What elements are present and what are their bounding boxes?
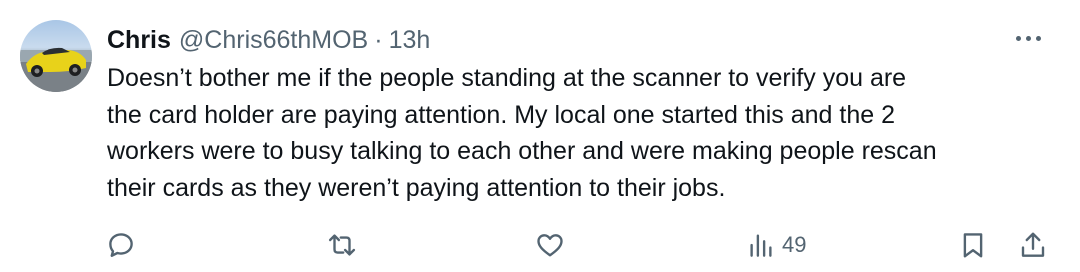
retweet-button[interactable] xyxy=(326,222,358,268)
reply-button[interactable] xyxy=(106,222,136,268)
share-icon xyxy=(1021,232,1045,257)
bookmark-button[interactable] xyxy=(958,222,988,268)
tweet-text-line: the card holder are paying attention. My… xyxy=(107,100,895,129)
like-button[interactable] xyxy=(534,222,566,268)
timestamp[interactable]: 13h xyxy=(389,26,431,55)
author-handle[interactable]: @Chris66thMOB xyxy=(179,26,368,55)
more-dot xyxy=(1015,35,1021,41)
views-icon xyxy=(750,234,772,257)
tweet: Chris @Chris66thMOB · 13h Doesn’t bother… xyxy=(0,0,1080,272)
bookmark-icon xyxy=(963,233,983,258)
more-options-button[interactable] xyxy=(1010,28,1046,48)
separator-dot: · xyxy=(374,25,383,54)
reply-icon xyxy=(109,233,133,257)
views-count: 49 xyxy=(782,232,807,257)
more-dot xyxy=(1035,35,1041,41)
tweet-text-line: workers were to busy talking to each oth… xyxy=(107,137,937,165)
retweet-icon xyxy=(328,234,356,256)
views-button[interactable]: 49 xyxy=(746,222,806,268)
tweet-text-line: their cards as they weren’t paying atten… xyxy=(107,173,726,202)
heart-icon xyxy=(537,234,563,257)
action-bar: 49 xyxy=(0,222,1080,268)
share-button[interactable] xyxy=(1018,222,1048,268)
tweet-text: Doesn’t bother me if the people standing… xyxy=(107,60,1057,206)
tweet-header: Chris @Chris66thMOB · 13h xyxy=(107,24,430,56)
tweet-text-line: Doesn’t bother me if the people standing… xyxy=(107,64,907,92)
avatar-car-image xyxy=(20,47,92,92)
author-name[interactable]: Chris xyxy=(107,26,171,55)
avatar[interactable] xyxy=(20,20,92,92)
more-dot xyxy=(1025,35,1031,41)
